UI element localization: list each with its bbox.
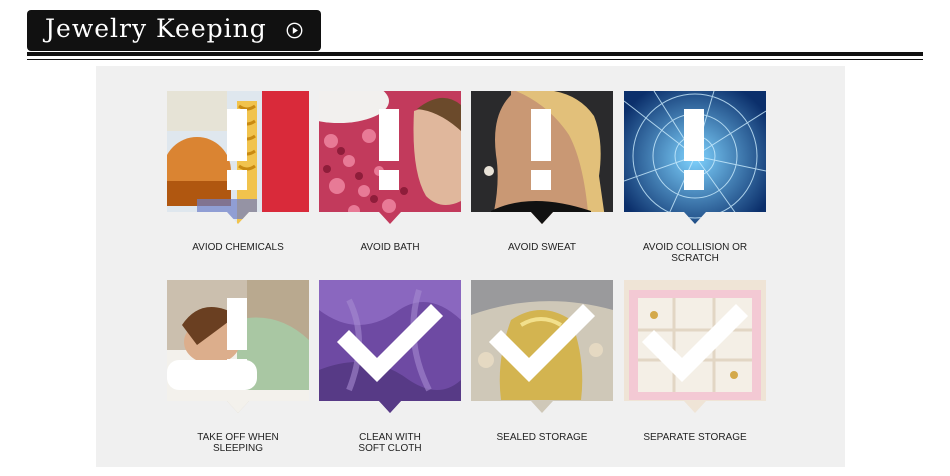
header-rule-thin (27, 59, 923, 60)
chemicals-illustration (167, 91, 309, 224)
section-header: Jewelry Keeping (27, 10, 321, 51)
tip-caption-line1: AVOID COLLISION OR (642, 242, 748, 253)
tip-caption: SEPARATE STORAGE (615, 432, 775, 443)
exclamation-icon (379, 109, 399, 190)
collision-illustration (624, 91, 766, 224)
care-tips-panel: AVIOD CHEMICALS AVOID BATH AVOID SWEAT A… (96, 66, 845, 467)
exclamation-icon (531, 109, 551, 190)
tip-tile-collision (624, 91, 766, 225)
exclamation-icon (227, 298, 247, 379)
header-rule-thick (27, 52, 923, 56)
tip-caption: TAKE OFF WHEN SLEEPING (158, 432, 318, 454)
tip-caption: AVOID BATH (310, 242, 470, 253)
tip-tile-sweat (471, 91, 613, 225)
tip-caption: AVOID SWEAT (462, 242, 622, 253)
play-circle-icon[interactable] (286, 22, 303, 39)
tip-caption: CLEAN WITH SOFT CLOTH (310, 432, 470, 454)
tip-tile-box (624, 280, 766, 414)
tip-tile-cloth (319, 280, 461, 414)
tip-caption-line1: TAKE OFF WHEN (197, 432, 279, 443)
jewelry-box-illustration (624, 280, 766, 413)
sweat-illustration (471, 91, 613, 224)
bath-illustration (319, 91, 461, 224)
tip-tile-sleeping (167, 280, 309, 414)
tip-caption-line2: SLEEPING (212, 443, 264, 454)
tip-caption: AVIOD CHEMICALS (158, 242, 318, 253)
cloth-illustration (319, 280, 461, 413)
tip-tile-storage (471, 280, 613, 414)
exclamation-icon (684, 109, 704, 190)
tip-caption-line1: SEPARATE STORAGE (643, 432, 747, 443)
tip-caption-line2: SCRATCH (671, 253, 719, 264)
tip-caption-line1: AVOID SWEAT (508, 242, 576, 253)
tip-caption-line1: SEALED STORAGE (496, 432, 588, 443)
tip-caption: SEALED STORAGE (462, 432, 622, 443)
storage-illustration (471, 280, 613, 413)
exclamation-icon (227, 109, 247, 190)
tip-caption: AVOID COLLISION OR SCRATCH (615, 242, 775, 264)
tip-tile-bath (319, 91, 461, 225)
sleeping-illustration (167, 280, 309, 413)
tip-caption-line1: AVIOD CHEMICALS (192, 242, 284, 253)
tip-caption-line1: CLEAN WITH (359, 432, 421, 443)
tip-tile-chemicals (167, 91, 309, 225)
section-title: Jewelry Keeping (45, 14, 267, 43)
tip-caption-line2: SOFT CLOTH (358, 443, 422, 454)
tip-caption-line1: AVOID BATH (360, 242, 420, 253)
